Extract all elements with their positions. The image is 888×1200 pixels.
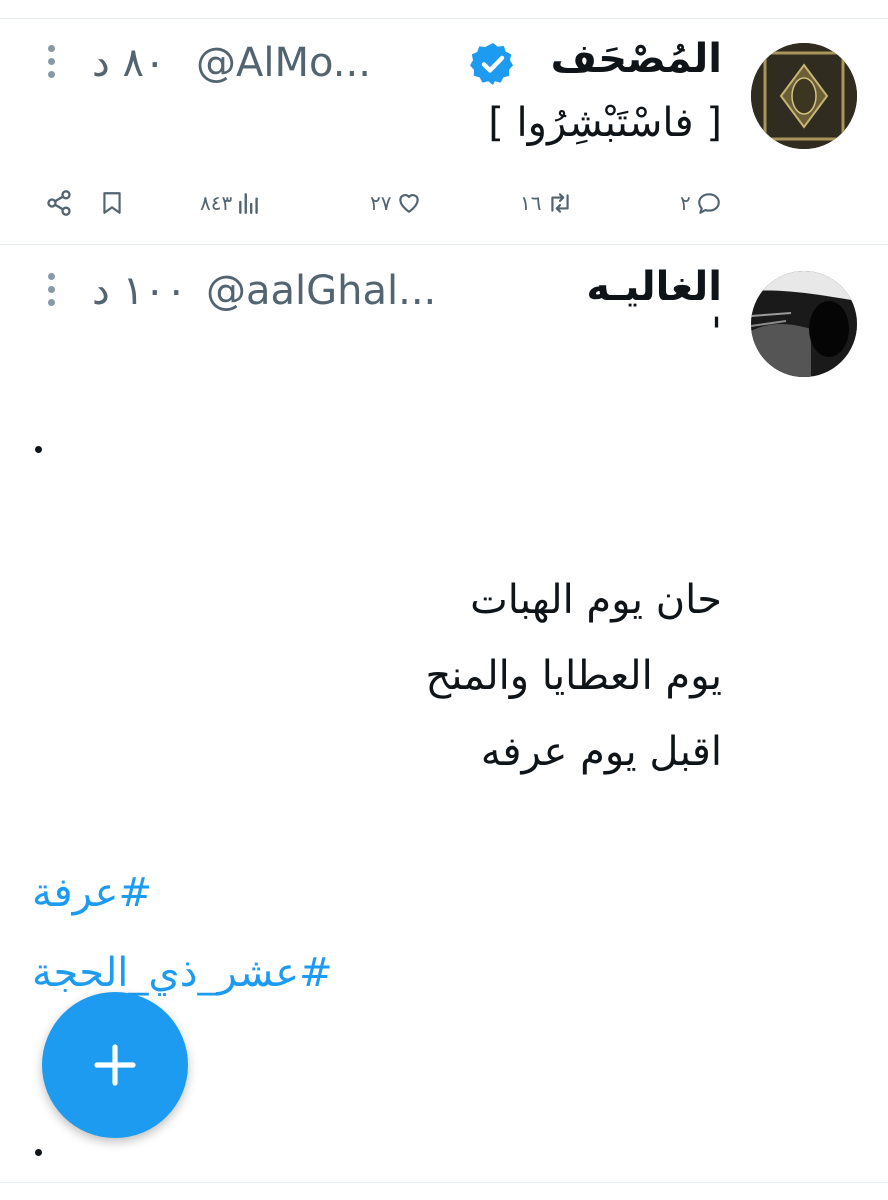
- display-name[interactable]: الغاليـه: [586, 264, 722, 310]
- silhouette-image: [751, 271, 857, 377]
- more-icon[interactable]: [48, 45, 56, 84]
- plus-icon: [94, 1044, 136, 1086]
- bullet-bottom: [35, 1149, 42, 1156]
- hashtag-arafah[interactable]: #عرفة: [32, 870, 152, 916]
- poem-line: اقبل يوم عرفه: [480, 729, 722, 775]
- quran-cover-image: [751, 43, 857, 149]
- timestamp[interactable]: ٨٠ د: [92, 40, 166, 86]
- verified-icon: [470, 43, 513, 85]
- avatar-almushaf[interactable]: [751, 43, 857, 149]
- avatar-alghalia[interactable]: [751, 271, 857, 377]
- divider-top: [0, 18, 888, 19]
- tweet-poem: حان يوم الهبات يوم العطايا والمنح اقبل ي…: [425, 562, 722, 790]
- handle[interactable]: @AlMo...: [196, 40, 371, 86]
- timestamp[interactable]: ١٠٠ د: [92, 268, 187, 314]
- views-icon: [239, 193, 259, 214]
- hashtag-dhul-hijjah[interactable]: #عشر_ذي_الحجة: [32, 950, 333, 996]
- retweet-icon: [551, 193, 570, 213]
- share-button[interactable]: [45, 189, 73, 217]
- reply-icon: [697, 193, 720, 214]
- poem-line: يوم العطايا والمنح: [425, 653, 722, 699]
- bullet-top: [35, 446, 42, 453]
- handle[interactable]: @aalGhal...: [206, 268, 436, 314]
- share-icon: [47, 190, 71, 216]
- compose-button[interactable]: [42, 992, 188, 1138]
- retweets-count: ١٦: [520, 191, 542, 215]
- bookmark-button[interactable]: [99, 189, 125, 217]
- poem-line: حان يوم الهبات: [470, 577, 722, 623]
- tweet-first-line: ': [711, 310, 722, 356]
- like-icon: [399, 194, 420, 213]
- views-button[interactable]: ٨٤٣: [200, 190, 262, 216]
- like-button[interactable]: ٢٧: [370, 190, 423, 216]
- bookmark-icon: [103, 192, 121, 214]
- tweet-text: [ فاسْتَبْشِرُوا ]: [488, 100, 722, 146]
- divider-bottom: [0, 1182, 888, 1183]
- display-name[interactable]: المُصْحَف: [551, 36, 722, 82]
- reply-button[interactable]: ٢: [680, 190, 723, 216]
- likes-count: ٢٧: [370, 191, 392, 215]
- more-icon[interactable]: [48, 273, 56, 312]
- retweet-button[interactable]: ١٦: [520, 190, 575, 216]
- divider-middle: [0, 244, 888, 245]
- replies-count: ٢: [680, 191, 691, 215]
- views-count: ٨٤٣: [200, 191, 233, 215]
